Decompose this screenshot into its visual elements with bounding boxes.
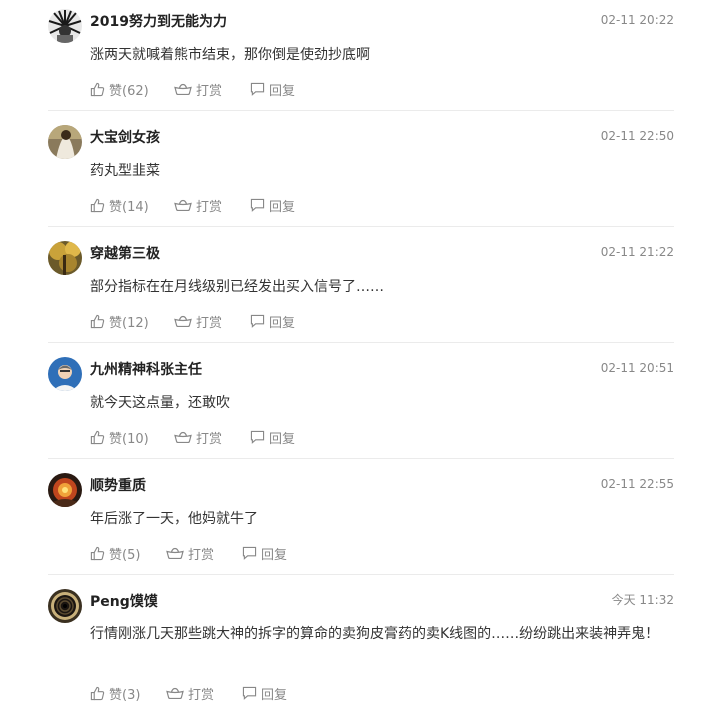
like-button[interactable]: 赞(3): [90, 684, 166, 703]
reward-button[interactable]: 打赏: [166, 684, 242, 703]
speech-bubble-icon: [242, 546, 257, 560]
like-count: 赞(5): [109, 547, 141, 563]
comment-actions: 赞(10) 打赏 回复: [90, 428, 295, 447]
username[interactable]: 顺势重质: [90, 477, 146, 495]
speech-bubble-icon: [242, 686, 257, 700]
like-button[interactable]: 赞(5): [90, 544, 166, 563]
reward-button[interactable]: 打赏: [174, 196, 250, 215]
like-count: 赞(3): [109, 687, 141, 703]
comment-item: 大宝剑女孩 02-11 22:50 药丸型韭菜 赞(14) 打赏 回复: [48, 111, 674, 227]
comment-text: 年后涨了一天，他妈就牛了: [90, 511, 258, 527]
comment-actions: 赞(5) 打赏 回复: [90, 544, 287, 563]
reply-button[interactable]: 回复: [242, 544, 287, 563]
reward-button[interactable]: 打赏: [166, 544, 242, 563]
reply-label: 回复: [269, 83, 296, 99]
reward-label: 打赏: [196, 83, 223, 99]
like-count: 赞(62): [109, 83, 149, 99]
avatar[interactable]: [48, 9, 82, 43]
speech-bubble-icon: [250, 82, 265, 96]
reply-button[interactable]: 回复: [250, 80, 295, 99]
username[interactable]: 大宝剑女孩: [90, 129, 160, 147]
thumbs-up-icon: [90, 314, 105, 328]
comment-text: 行情刚涨几天那些跳大神的拆字的算命的卖狗皮膏药的卖K线图的……纷纷跳出来装神弄鬼…: [90, 626, 660, 642]
reply-label: 回复: [269, 315, 296, 331]
speech-bubble-icon: [250, 430, 265, 444]
thumbs-up-icon: [90, 546, 105, 560]
comment-list: 2019努力到无能为力 02-11 20:22 涨两天就喊着熊市结束，那你倒是使…: [48, 0, 674, 706]
thumbs-up-icon: [90, 198, 105, 212]
ingot-icon: [166, 687, 184, 699]
username[interactable]: 穿越第三极: [90, 245, 160, 263]
comment-item: 穿越第三极 02-11 21:22 部分指标在在月线级别已经发出买入信号了…… …: [48, 227, 674, 343]
reply-label: 回复: [261, 547, 288, 563]
reward-label: 打赏: [188, 547, 215, 563]
timestamp: 02-11 20:22: [600, 13, 674, 27]
comment-text: 就今天这点量，还敢吹: [90, 395, 230, 411]
comment-actions: 赞(62) 打赏 回复: [90, 80, 295, 99]
comment-item: 2019努力到无能为力 02-11 20:22 涨两天就喊着熊市结束，那你倒是使…: [48, 0, 674, 111]
speech-bubble-icon: [250, 314, 265, 328]
comment-item: 顺势重质 02-11 22:55 年后涨了一天，他妈就牛了 赞(5) 打赏 回复: [48, 459, 674, 575]
ingot-icon: [166, 547, 184, 559]
comment-item: 九州精神科张主任 02-11 20:51 就今天这点量，还敢吹 赞(10) 打赏…: [48, 343, 674, 459]
ingot-icon: [174, 431, 192, 443]
thumbs-up-icon: [90, 430, 105, 444]
ingot-icon: [174, 315, 192, 327]
username[interactable]: Peng馍馍: [90, 593, 158, 611]
reward-button[interactable]: 打赏: [174, 312, 250, 331]
ingot-icon: [174, 83, 192, 95]
comment-actions: 赞(12) 打赏 回复: [90, 312, 295, 331]
reply-button[interactable]: 回复: [250, 428, 295, 447]
like-count: 赞(14): [109, 199, 149, 215]
timestamp: 02-11 20:51: [600, 361, 674, 375]
username[interactable]: 2019努力到无能为力: [90, 13, 227, 31]
comment-actions: 赞(14) 打赏 回复: [90, 196, 295, 215]
like-button[interactable]: 赞(14): [90, 196, 174, 215]
reply-button[interactable]: 回复: [250, 312, 295, 331]
timestamp: 今天 11:32: [611, 593, 674, 607]
like-count: 赞(12): [109, 315, 149, 331]
like-button[interactable]: 赞(12): [90, 312, 174, 331]
ingot-icon: [174, 199, 192, 211]
avatar[interactable]: [48, 589, 82, 623]
reply-label: 回复: [261, 687, 288, 703]
username[interactable]: 九州精神科张主任: [90, 361, 202, 379]
reward-label: 打赏: [196, 431, 223, 447]
comment-text: 部分指标在在月线级别已经发出买入信号了……: [90, 279, 384, 295]
reply-label: 回复: [269, 199, 296, 215]
like-count: 赞(10): [109, 431, 149, 447]
thumbs-up-icon: [90, 686, 105, 700]
reward-button[interactable]: 打赏: [174, 80, 250, 99]
timestamp: 02-11 22:50: [600, 129, 674, 143]
speech-bubble-icon: [250, 198, 265, 212]
reward-label: 打赏: [196, 199, 223, 215]
avatar[interactable]: [48, 473, 82, 507]
timestamp: 02-11 22:55: [600, 477, 674, 491]
avatar[interactable]: [48, 241, 82, 275]
reward-label: 打赏: [188, 687, 215, 703]
comment-item: Peng馍馍 今天 11:32 行情刚涨几天那些跳大神的拆字的算命的卖狗皮膏药的…: [48, 575, 674, 706]
avatar[interactable]: [48, 125, 82, 159]
comment-text: 涨两天就喊着熊市结束，那你倒是使劲抄底啊: [90, 47, 370, 63]
thumbs-up-icon: [90, 82, 105, 96]
like-button[interactable]: 赞(62): [90, 80, 174, 99]
reply-button[interactable]: 回复: [242, 684, 287, 703]
like-button[interactable]: 赞(10): [90, 428, 174, 447]
reward-label: 打赏: [196, 315, 223, 331]
reward-button[interactable]: 打赏: [174, 428, 250, 447]
reply-button[interactable]: 回复: [250, 196, 295, 215]
comment-text: 药丸型韭菜: [90, 163, 160, 179]
timestamp: 02-11 21:22: [600, 245, 674, 259]
comment-actions: 赞(3) 打赏 回复: [90, 684, 287, 703]
reply-label: 回复: [269, 431, 296, 447]
avatar[interactable]: [48, 357, 82, 391]
